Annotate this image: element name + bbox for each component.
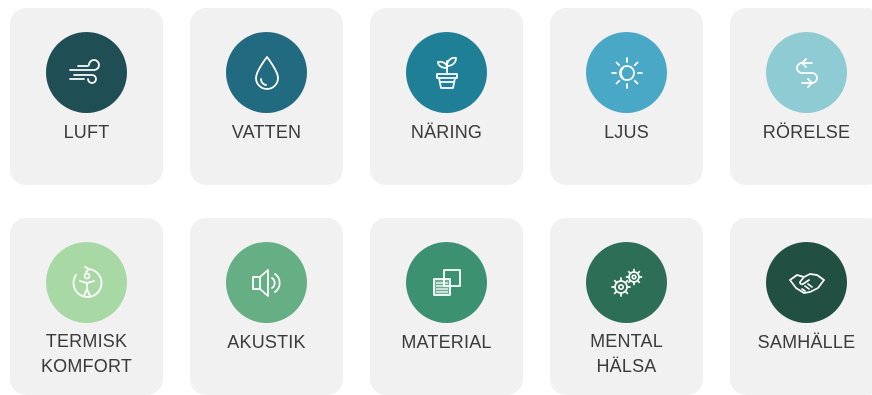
tile-label: SAMHÄLLE [757,332,856,352]
tile-label: AKUSTIK [227,332,306,352]
sun-icon [586,32,667,113]
handshake-icon [766,242,847,323]
category-grid: LUFT VATTEN NÄRING LJUS RÖRELSE TERMISK … [0,0,872,395]
thermal-comfort-person-icon [46,242,127,323]
speaker-icon [226,242,307,323]
gears-icon [586,242,667,323]
tile-material[interactable]: MATERIAL [370,218,523,395]
wind-icon [46,32,127,113]
tile-label: VATTEN [231,122,302,142]
tile-label: RÖRELSE [762,122,851,142]
tile-label: MENTAL HÄLSA [590,331,663,376]
tile-termisk-komfort[interactable]: TERMISK KOMFORT [10,218,163,395]
material-layers-icon [406,242,487,323]
tile-samhalle[interactable]: SAMHÄLLE [730,218,872,395]
tile-label: LUFT [63,122,110,142]
tile-label: TERMISK KOMFORT [40,331,133,376]
exchange-arrows-icon [766,32,847,113]
tile-label: LJUS [604,122,649,142]
water-drop-icon [226,32,307,113]
tile-label: MATERIAL [401,332,492,352]
tile-ljus[interactable]: LJUS [550,8,703,185]
potted-plant-icon [406,32,487,113]
tile-vatten[interactable]: VATTEN [190,8,343,185]
tile-naring[interactable]: NÄRING [370,8,523,185]
tile-label: NÄRING [410,122,483,142]
tile-akustik[interactable]: AKUSTIK [190,218,343,395]
tile-luft[interactable]: LUFT [10,8,163,185]
tile-mental-halsa[interactable]: MENTAL HÄLSA [550,218,703,395]
tile-rorelse[interactable]: RÖRELSE [730,8,872,185]
